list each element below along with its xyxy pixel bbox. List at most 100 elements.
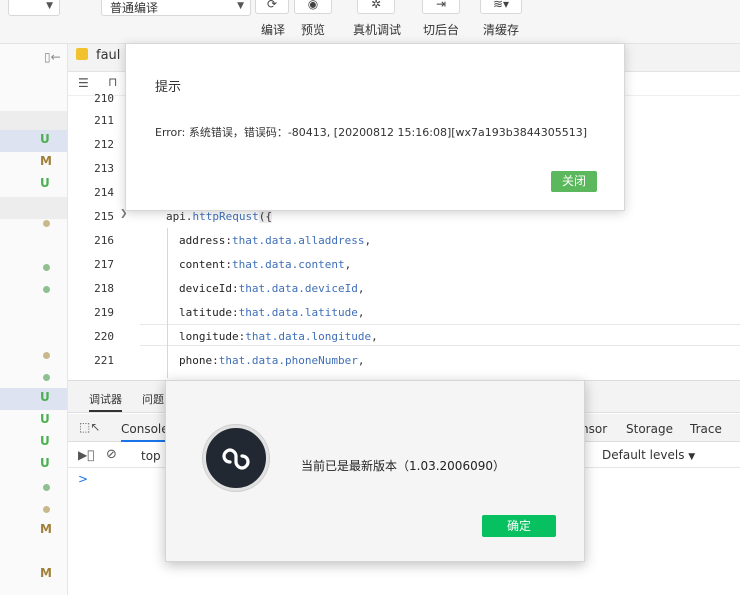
git-status-modified: M <box>40 154 52 168</box>
tree-row[interactable]: M <box>0 520 67 542</box>
clear-console-icon[interactable]: ⊘ <box>106 447 117 462</box>
code-prop: address <box>179 234 226 247</box>
tree-row[interactable] <box>0 366 67 388</box>
tab-debugger[interactable]: 调试器 <box>89 391 122 412</box>
error-message: Error: 系统错误，错误码：-80413, [20200812 15:16:… <box>155 126 588 139</box>
line-number: 212 <box>94 138 114 151</box>
js-file-icon <box>76 48 88 60</box>
update-dialog: 当前已是最新版本（1.03.2006090） 确定 <box>165 380 585 562</box>
code-object: api <box>166 210 186 223</box>
tab-issues[interactable]: 问题 <box>142 391 164 407</box>
sidebar-toggle-icon[interactable]: ▶⃞ <box>78 448 94 462</box>
code-prop: deviceId <box>179 282 232 295</box>
line-number: 220 <box>94 330 114 343</box>
tree-row[interactable]: U <box>0 174 67 196</box>
code-line: deviceId:that.data.deviceId, <box>179 282 365 295</box>
preview-button-label[interactable]: 预览 <box>301 21 325 38</box>
context-selector[interactable]: top <box>141 449 161 463</box>
tree-row[interactable] <box>0 344 67 366</box>
git-status-untracked: U <box>40 132 50 146</box>
tab-trace[interactable]: Trace <box>690 422 722 436</box>
line-number: 217 <box>94 258 114 271</box>
tree-row[interactable] <box>0 476 67 498</box>
editor-tab-label: faul <box>96 48 121 63</box>
chevron-down-icon: ▼ <box>46 1 53 11</box>
git-status-modified: M <box>40 566 52 580</box>
clear-cache-button-label[interactable]: 清缓存 <box>483 21 519 38</box>
code-line: phone:that.data.phoneNumber, <box>179 354 365 367</box>
background-button-label[interactable]: 切后台 <box>423 21 459 38</box>
code-line: content:that.data.content, <box>179 258 352 271</box>
dot-icon <box>43 374 50 381</box>
dot-icon <box>43 286 50 293</box>
line-number: 211 <box>94 114 114 127</box>
line-number: 215 <box>94 210 114 223</box>
dot-icon <box>43 506 50 513</box>
code-prop: phone <box>179 354 213 367</box>
close-button[interactable]: 关闭 <box>551 171 597 192</box>
switch-background-icon[interactable]: ⇥ <box>422 0 460 14</box>
git-status-untracked: U <box>40 390 50 404</box>
tree-row[interactable] <box>0 278 67 300</box>
tab-console[interactable]: Console <box>121 422 169 442</box>
tree-row[interactable] <box>0 498 67 520</box>
dialog-title: 提示 <box>155 80 182 95</box>
log-levels-select[interactable]: Default levels ▼ <box>602 448 695 462</box>
code-prop: content <box>179 258 226 271</box>
code-paren: ({ <box>258 210 272 223</box>
list-icon[interactable]: ☰ <box>78 76 89 90</box>
dot-icon <box>43 220 50 227</box>
code-value: that.data.content <box>231 258 345 271</box>
code-prop: longitude <box>179 330 239 343</box>
code-value: that.data.alladdress <box>231 234 365 247</box>
line-number: 210 <box>94 92 114 105</box>
tree-row[interactable]: U <box>0 454 67 476</box>
line-number: 216 <box>94 234 114 247</box>
code-value: that.data.latitude <box>238 306 358 319</box>
line-number: 221 <box>94 354 114 367</box>
chevron-down-icon: ▼ <box>688 452 696 462</box>
tree-row[interactable]: M <box>0 564 67 586</box>
git-status-untracked: U <box>40 456 50 470</box>
indent-guide <box>167 228 168 378</box>
error-dialog: 提示 Error: 系统错误，错误码：-80413, [20200812 15:… <box>125 43 625 211</box>
dot-icon <box>43 264 50 271</box>
bookmark-icon[interactable]: ⊓ <box>108 75 117 89</box>
device-debug-button-label[interactable]: 真机调试 <box>353 21 401 38</box>
code-value: that.data.longitude <box>245 330 372 343</box>
inspect-element-icon[interactable]: ⬚↖ <box>79 420 100 434</box>
chevron-down-icon: ▼ <box>237 1 244 11</box>
dot-icon <box>43 352 50 359</box>
collapse-sidebar-icon[interactable]: ▯← <box>44 50 61 64</box>
tree-row[interactable]: U <box>0 130 67 152</box>
git-status-untracked: U <box>40 434 50 448</box>
tree-row[interactable] <box>0 212 67 234</box>
editor-tab[interactable]: faul <box>76 48 120 63</box>
code-line: address:that.data.alladdress, <box>179 234 372 247</box>
ok-button[interactable]: 确定 <box>482 515 556 537</box>
compile-button-label[interactable]: 编译 <box>261 21 285 38</box>
git-status-untracked: U <box>40 412 50 426</box>
console-prompt[interactable]: > <box>78 472 88 486</box>
tree-row[interactable]: U <box>0 432 67 454</box>
tab-storage[interactable]: Storage <box>626 422 673 436</box>
line-number: 219 <box>94 306 114 319</box>
layers-icon[interactable]: ≋▾ <box>480 0 522 14</box>
line-number: 218 <box>94 282 114 295</box>
code-prop: latitude <box>179 306 232 319</box>
compile-icon[interactable]: ⟳ <box>255 0 289 14</box>
line-number: 213 <box>94 162 114 175</box>
bug-icon[interactable]: ✲ <box>357 0 395 14</box>
tree-row[interactable]: M <box>0 152 67 174</box>
mode-select[interactable]: ▼ <box>8 0 60 16</box>
preview-eye-icon[interactable]: ◉ <box>294 0 332 14</box>
code-value: that.data.deviceId <box>238 282 358 295</box>
dot-icon <box>43 484 50 491</box>
tree-row[interactable]: U <box>0 388 67 410</box>
log-levels-label: Default levels <box>602 448 685 462</box>
compile-mode-select[interactable]: 普通编译 ▼ <box>101 0 251 16</box>
tree-row[interactable]: U <box>0 410 67 432</box>
code-line: longitude:that.data.longitude, <box>179 330 378 343</box>
tree-row[interactable] <box>0 256 67 278</box>
tree-section-header <box>0 111 67 131</box>
